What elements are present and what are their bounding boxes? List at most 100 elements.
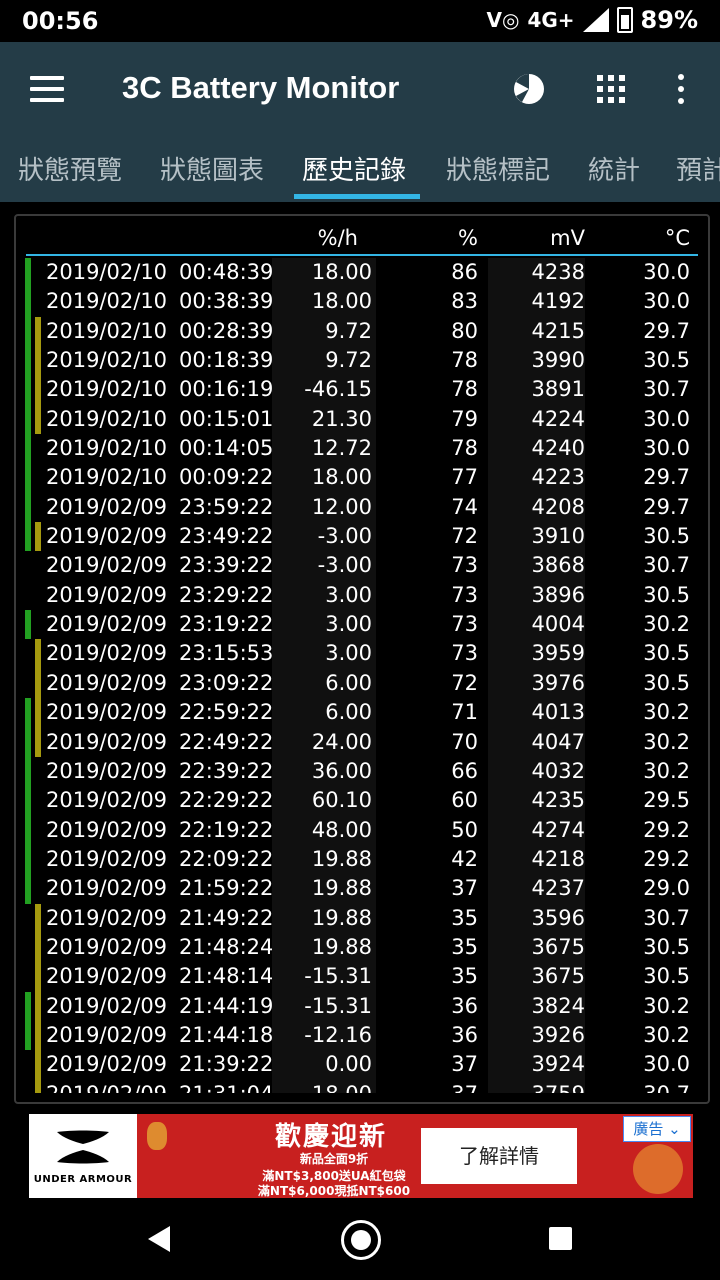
table-row[interactable]: 2019/02/09 23:49:22 -3.00 72 3910 30.5 xyxy=(16,522,708,552)
cell-percent: 78 xyxy=(451,436,478,461)
cell-percent: 36 xyxy=(451,993,478,1018)
table-row[interactable]: 2019/02/09 23:09:22 6.00 72 3976 30.5 xyxy=(16,668,708,699)
cell-datetime: 2019/02/09 22:49:22 xyxy=(46,728,282,757)
table-row[interactable]: 2019/02/09 22:39:22 36.00 66 4032 30.2 xyxy=(16,756,708,787)
cell-datetime: 2019/02/09 22:29:22 xyxy=(46,786,282,815)
status-bar-green xyxy=(25,698,31,728)
table-row[interactable]: 2019/02/09 23:19:22 3.00 73 4004 30.2 xyxy=(16,610,708,640)
table-row[interactable]: 2019/02/10 00:18:39 9.72 78 3990 30.5 xyxy=(16,346,708,376)
tab-charts[interactable]: 狀態圖表 xyxy=(160,150,264,187)
table-row[interactable]: 2019/02/09 21:59:22 19.88 37 4237 29.0 xyxy=(16,874,708,904)
cell-datetime: 2019/02/09 23:09:22 xyxy=(46,669,282,698)
table-row[interactable]: 2019/02/10 00:09:22 18.00 77 4223 29.7 xyxy=(16,463,708,493)
cell-temp: 30.0 xyxy=(643,406,690,431)
table-row[interactable]: 2019/02/09 22:19:22 48.00 50 4274 29.2 xyxy=(16,815,708,845)
status-bar-green xyxy=(25,756,31,787)
cell-datetime: 2019/02/09 23:49:22 xyxy=(46,522,282,551)
table-rows[interactable]: 2019/02/10 00:48:39 18.00 86 4238 30.0 2019/02… xyxy=(16,258,708,1093)
cell-date: 2019/02/09 xyxy=(46,758,168,783)
cell-temp: 30.7 xyxy=(643,377,690,402)
cell-date: 2019/02/09 xyxy=(46,641,168,666)
table-row[interactable]: 2019/02/09 22:09:22 19.88 42 4218 29.2 xyxy=(16,844,708,875)
cell-temp: 30.2 xyxy=(643,700,690,725)
status-bar-olive xyxy=(35,375,41,405)
cell-datetime: 2019/02/09 23:19:22 xyxy=(46,610,282,639)
cell-mv: 4208 xyxy=(488,492,585,523)
cell-mv: 3675 xyxy=(488,932,585,963)
table-row[interactable]: 2019/02/10 00:28:39 9.72 80 4215 29.7 xyxy=(16,316,708,347)
table-row[interactable]: 2019/02/09 21:48:24 19.88 35 3675 30.5 xyxy=(16,932,708,963)
menu-icon[interactable] xyxy=(30,76,64,104)
table-row[interactable]: 2019/02/09 21:39:22 0.00 37 3924 30.0 xyxy=(16,1050,708,1080)
table-row[interactable]: 2019/02/09 23:59:22 12.00 74 4208 29.7 xyxy=(16,492,708,523)
cell-percent: 37 xyxy=(380,1080,478,1093)
status-bar-green xyxy=(25,815,31,845)
cell-datetime: 2019/02/10 00:15:01 xyxy=(46,405,282,434)
cell-temp: 30.5 xyxy=(643,582,690,607)
cell-date: 2019/02/09 xyxy=(46,934,168,959)
cell-percent: 73 xyxy=(451,553,478,578)
ad-choices-tag[interactable]: 廣告 ⌄ xyxy=(623,1116,691,1142)
ad-cta-button[interactable]: 了解詳情 xyxy=(421,1128,577,1184)
cell-percent: 79 xyxy=(451,406,478,431)
app-title: 3C Battery Monitor xyxy=(122,70,400,105)
status-bar-green xyxy=(25,463,31,493)
tab-estimate[interactable]: 預計 xyxy=(676,150,720,187)
cell-date: 2019/02/09 xyxy=(46,700,168,725)
cell-time: 00:15:01 xyxy=(179,406,274,431)
cell-percent: 86 xyxy=(451,260,478,284)
cell-time: 00:16:19 xyxy=(179,377,274,402)
status-bar-olive xyxy=(35,727,41,757)
back-icon[interactable] xyxy=(148,1226,170,1252)
table-row[interactable]: 2019/02/10 00:14:05 12.72 78 4240 30.0 xyxy=(16,434,708,464)
cell-time: 21:44:19 xyxy=(179,993,274,1018)
table-row[interactable]: 2019/02/09 22:49:22 24.00 70 4047 30.2 xyxy=(16,727,708,757)
status-bar-green xyxy=(25,522,31,552)
navigation-bar xyxy=(0,1198,720,1280)
tab-statistics[interactable]: 統計 xyxy=(588,150,640,187)
table-row[interactable]: 2019/02/09 22:59:22 6.00 71 4013 30.2 xyxy=(16,698,708,728)
table-row[interactable]: 2019/02/09 21:48:14 -15.31 35 3675 30.5 xyxy=(16,962,708,992)
cell-mv: 4235 xyxy=(488,786,585,816)
table-row[interactable]: 2019/02/09 21:44:18 -12.16 36 3926 30.2 xyxy=(16,1020,708,1051)
table-header: %/h % mV °C xyxy=(26,222,698,256)
table-row[interactable]: 2019/02/09 21:31:0418.00 37 3759 30.7 xyxy=(16,1079,708,1093)
cell-temp: 30.5 xyxy=(643,641,690,666)
status-bar-green xyxy=(25,287,31,317)
table-row[interactable]: 2019/02/09 22:29:22 60.10 60 4235 29.5 xyxy=(16,786,708,816)
tab-history[interactable]: 歷史記錄 xyxy=(302,150,406,187)
header-mv: mV xyxy=(550,226,585,250)
cell-date: 2019/02/09 xyxy=(46,1052,168,1077)
pie-chart-icon[interactable] xyxy=(512,72,546,106)
cell-time: 21:48:14 xyxy=(179,964,274,989)
cell-temp: 30.7 xyxy=(643,553,690,578)
cell-temp: 30.0 xyxy=(643,289,690,314)
cell-datetime: 2019/02/09 23:29:22 xyxy=(46,581,282,610)
table-row[interactable]: 2019/02/10 00:38:39 18.00 83 4192 30.0 xyxy=(16,287,708,317)
tab-markers[interactable]: 狀態標記 xyxy=(446,150,550,187)
table-row[interactable]: 2019/02/09 23:39:22 -3.00 73 3868 30.7 xyxy=(16,551,708,581)
cell-date: 2019/02/09 xyxy=(46,553,168,578)
status-bar-green xyxy=(25,346,31,376)
table-row[interactable]: 2019/02/10 00:48:39 18.00 86 4238 30.0 xyxy=(16,258,708,288)
table-row[interactable]: 2019/02/10 00:16:19 -46.15 78 3891 30.7 xyxy=(16,375,708,405)
status-bar-olive xyxy=(35,903,41,933)
more-vert-icon[interactable] xyxy=(678,74,686,106)
cell-rate: 3.00 xyxy=(272,580,376,611)
cell-percent: 71 xyxy=(451,700,478,725)
ad-banner[interactable]: UNDER ARMOUR 歡慶迎新 新品全面9折 滿NT$3,800送UA紅包袋… xyxy=(29,1114,693,1198)
table-row[interactable]: 2019/02/09 21:44:19 -15.31 36 3824 30.2 xyxy=(16,991,708,1021)
table-row[interactable]: 2019/02/10 00:15:01 21.30 79 4224 30.0 xyxy=(16,404,708,435)
history-table[interactable]: %/h % mV °C 2019/02/10 00:48:39 18.00 86 423… xyxy=(14,214,710,1104)
cell-datetime: 2019/02/09 23:15:53 xyxy=(46,639,282,668)
tab-overview[interactable]: 狀態預覽 xyxy=(18,150,122,187)
home-icon[interactable] xyxy=(341,1220,381,1260)
cell-percent: 35 xyxy=(451,964,478,989)
table-row[interactable]: 2019/02/09 23:15:53 3.00 73 3959 30.5 xyxy=(16,639,708,669)
apps-grid-icon[interactable] xyxy=(597,75,625,103)
cell-time: 23:39:22 xyxy=(179,553,274,578)
cell-date: 2019/02/10 xyxy=(46,406,168,431)
table-row[interactable]: 2019/02/09 23:29:22 3.00 73 3896 30.5 xyxy=(16,580,708,611)
table-row[interactable]: 2019/02/09 21:49:22 19.88 35 3596 30.7 xyxy=(16,903,708,933)
recents-icon[interactable] xyxy=(549,1227,572,1250)
